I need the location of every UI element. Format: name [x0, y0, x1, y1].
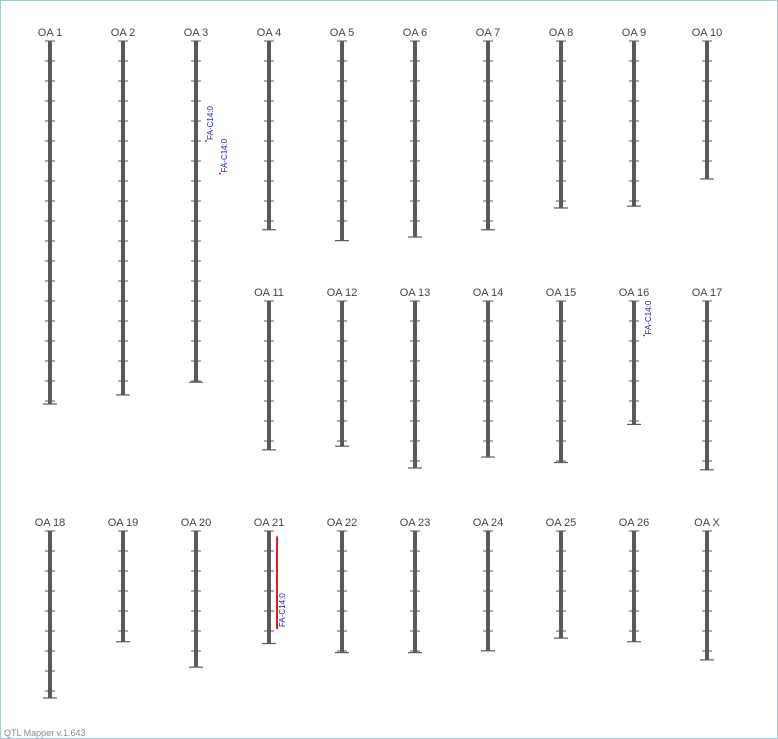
chromosome-label: OA 11 [254, 287, 284, 299]
chromosome-label: OA 18 [35, 517, 66, 529]
chromosome-bar [486, 301, 490, 458]
chromosome-oa-23: OA 23 [400, 517, 431, 654]
chromosome-label: OA 17 [692, 287, 723, 299]
map-canvas: OA 1 OA 2 OA 3 OA 4 OA 5 OA 6 OA 7 OA 8 OA 9 OA 1… [0, 0, 778, 739]
chromosome-bar [705, 301, 709, 470]
chromosome-label: OA 16 [619, 287, 650, 299]
chromosome-label: OA 12 [327, 287, 358, 299]
chromosome-label: OA 9 [622, 27, 646, 39]
chromosome-oa-6: OA 6 [403, 27, 427, 238]
chromosome-label: OA 22 [327, 517, 358, 529]
chromosome-label: OA 24 [473, 517, 504, 529]
chromosome-bar [632, 531, 636, 642]
chromosome-oa-x: OA X [694, 517, 720, 661]
chromosome-oa-5: OA 5 [330, 27, 354, 242]
qtl-label: FA-C14:0 [278, 593, 287, 627]
chromosome-oa-10: OA 10 [692, 27, 723, 180]
chromosome-label: OA 23 [400, 517, 431, 529]
chromosome-bar [413, 531, 417, 653]
chromosome-label: OA 6 [403, 27, 427, 39]
chromosome-oa-15: OA 15 [546, 287, 577, 464]
chromosome-oa-24: OA 24 [473, 517, 504, 652]
chromosome-label: OA 20 [181, 517, 212, 529]
chromosome-oa-2: OA 2 [111, 27, 135, 396]
version-label: QTL Mapper v.1.643 [4, 728, 86, 738]
chromosome-oa-25: OA 25 [546, 517, 577, 639]
chromosome-bar [559, 301, 563, 463]
chromosome-oa-9: OA 9 [622, 27, 646, 207]
chromosome-bar [121, 41, 125, 395]
chromosome-bar [340, 301, 344, 447]
chromosome-oa-26: OA 26 [619, 517, 650, 643]
chromosome-oa-12: OA 12 [327, 287, 358, 447]
chromosome-label: OA 19 [108, 517, 139, 529]
chromosome-label: OA 7 [476, 27, 500, 39]
chromosome-oa-17: OA 17 [692, 287, 723, 471]
qtl-3: FA-C14:0 [643, 300, 653, 337]
chromosome-oa-14: OA 14 [473, 287, 504, 458]
chromosome-bar [194, 41, 198, 383]
chromosome-bar [267, 301, 271, 450]
chromosome-label: OA 5 [330, 27, 354, 39]
chromosome-label: OA 26 [619, 517, 650, 529]
chromosome-oa-13: OA 13 [400, 287, 431, 469]
chromosome-oa-19: OA 19 [108, 517, 139, 643]
chromosome-label: OA 2 [111, 27, 135, 39]
chromosome-label: OA 8 [549, 27, 573, 39]
chromosome-bar [559, 41, 563, 208]
chromosome-bar [48, 531, 52, 698]
chromosome-map: OA 1 OA 2 OA 3 OA 4 OA 5 OA 6 OA 7 OA 8 OA 9 OA 1… [35, 27, 723, 699]
chromosome-oa-8: OA 8 [549, 27, 573, 209]
qtl-1: FA-C14:0 [205, 105, 215, 142]
chromosome-oa-1: OA 1 [38, 27, 62, 405]
chromosome-oa-20: OA 20 [181, 517, 212, 668]
chromosome-oa-22: OA 22 [327, 517, 358, 654]
chromosome-label: OA 4 [257, 27, 281, 39]
qtl-label: FA-C14:0 [220, 138, 229, 172]
chromosome-oa-18: OA 18 [35, 517, 66, 699]
chromosome-oa-3: OA 3 [184, 27, 208, 383]
chromosome-oa-4: OA 4 [257, 27, 281, 231]
chromosome-bar [121, 531, 125, 642]
chromosome-bar [705, 41, 709, 179]
chromosome-bar [340, 531, 344, 653]
chromosome-label: OA X [694, 517, 720, 529]
chromosome-bar [413, 301, 417, 468]
chromosome-oa-7: OA 7 [476, 27, 500, 231]
chromosome-label: OA 13 [400, 287, 431, 299]
qtl-label: FA-C14:0 [206, 105, 215, 139]
chromosome-label: OA 10 [692, 27, 723, 39]
qtl-2: FA-C14:0 [219, 138, 229, 175]
qtl-4: FA-C14:0 [276, 536, 287, 630]
chromosome-label: OA 15 [546, 287, 577, 299]
chromosome-bar [48, 41, 52, 404]
chromosome-bar [632, 301, 636, 425]
chromosome-label: OA 3 [184, 27, 208, 39]
chromosome-oa-11: OA 11 [254, 287, 284, 451]
chromosome-label: OA 25 [546, 517, 577, 529]
chromosome-label: OA 1 [38, 27, 62, 39]
chromosome-bar [705, 531, 709, 660]
chromosome-bar [559, 531, 563, 639]
chromosome-label: OA 14 [473, 287, 504, 299]
chromosome-bar [267, 531, 271, 644]
chromosome-label: OA 21 [254, 517, 285, 529]
qtl-label: FA-C14:0 [644, 300, 653, 334]
chromosome-bar [413, 41, 417, 238]
